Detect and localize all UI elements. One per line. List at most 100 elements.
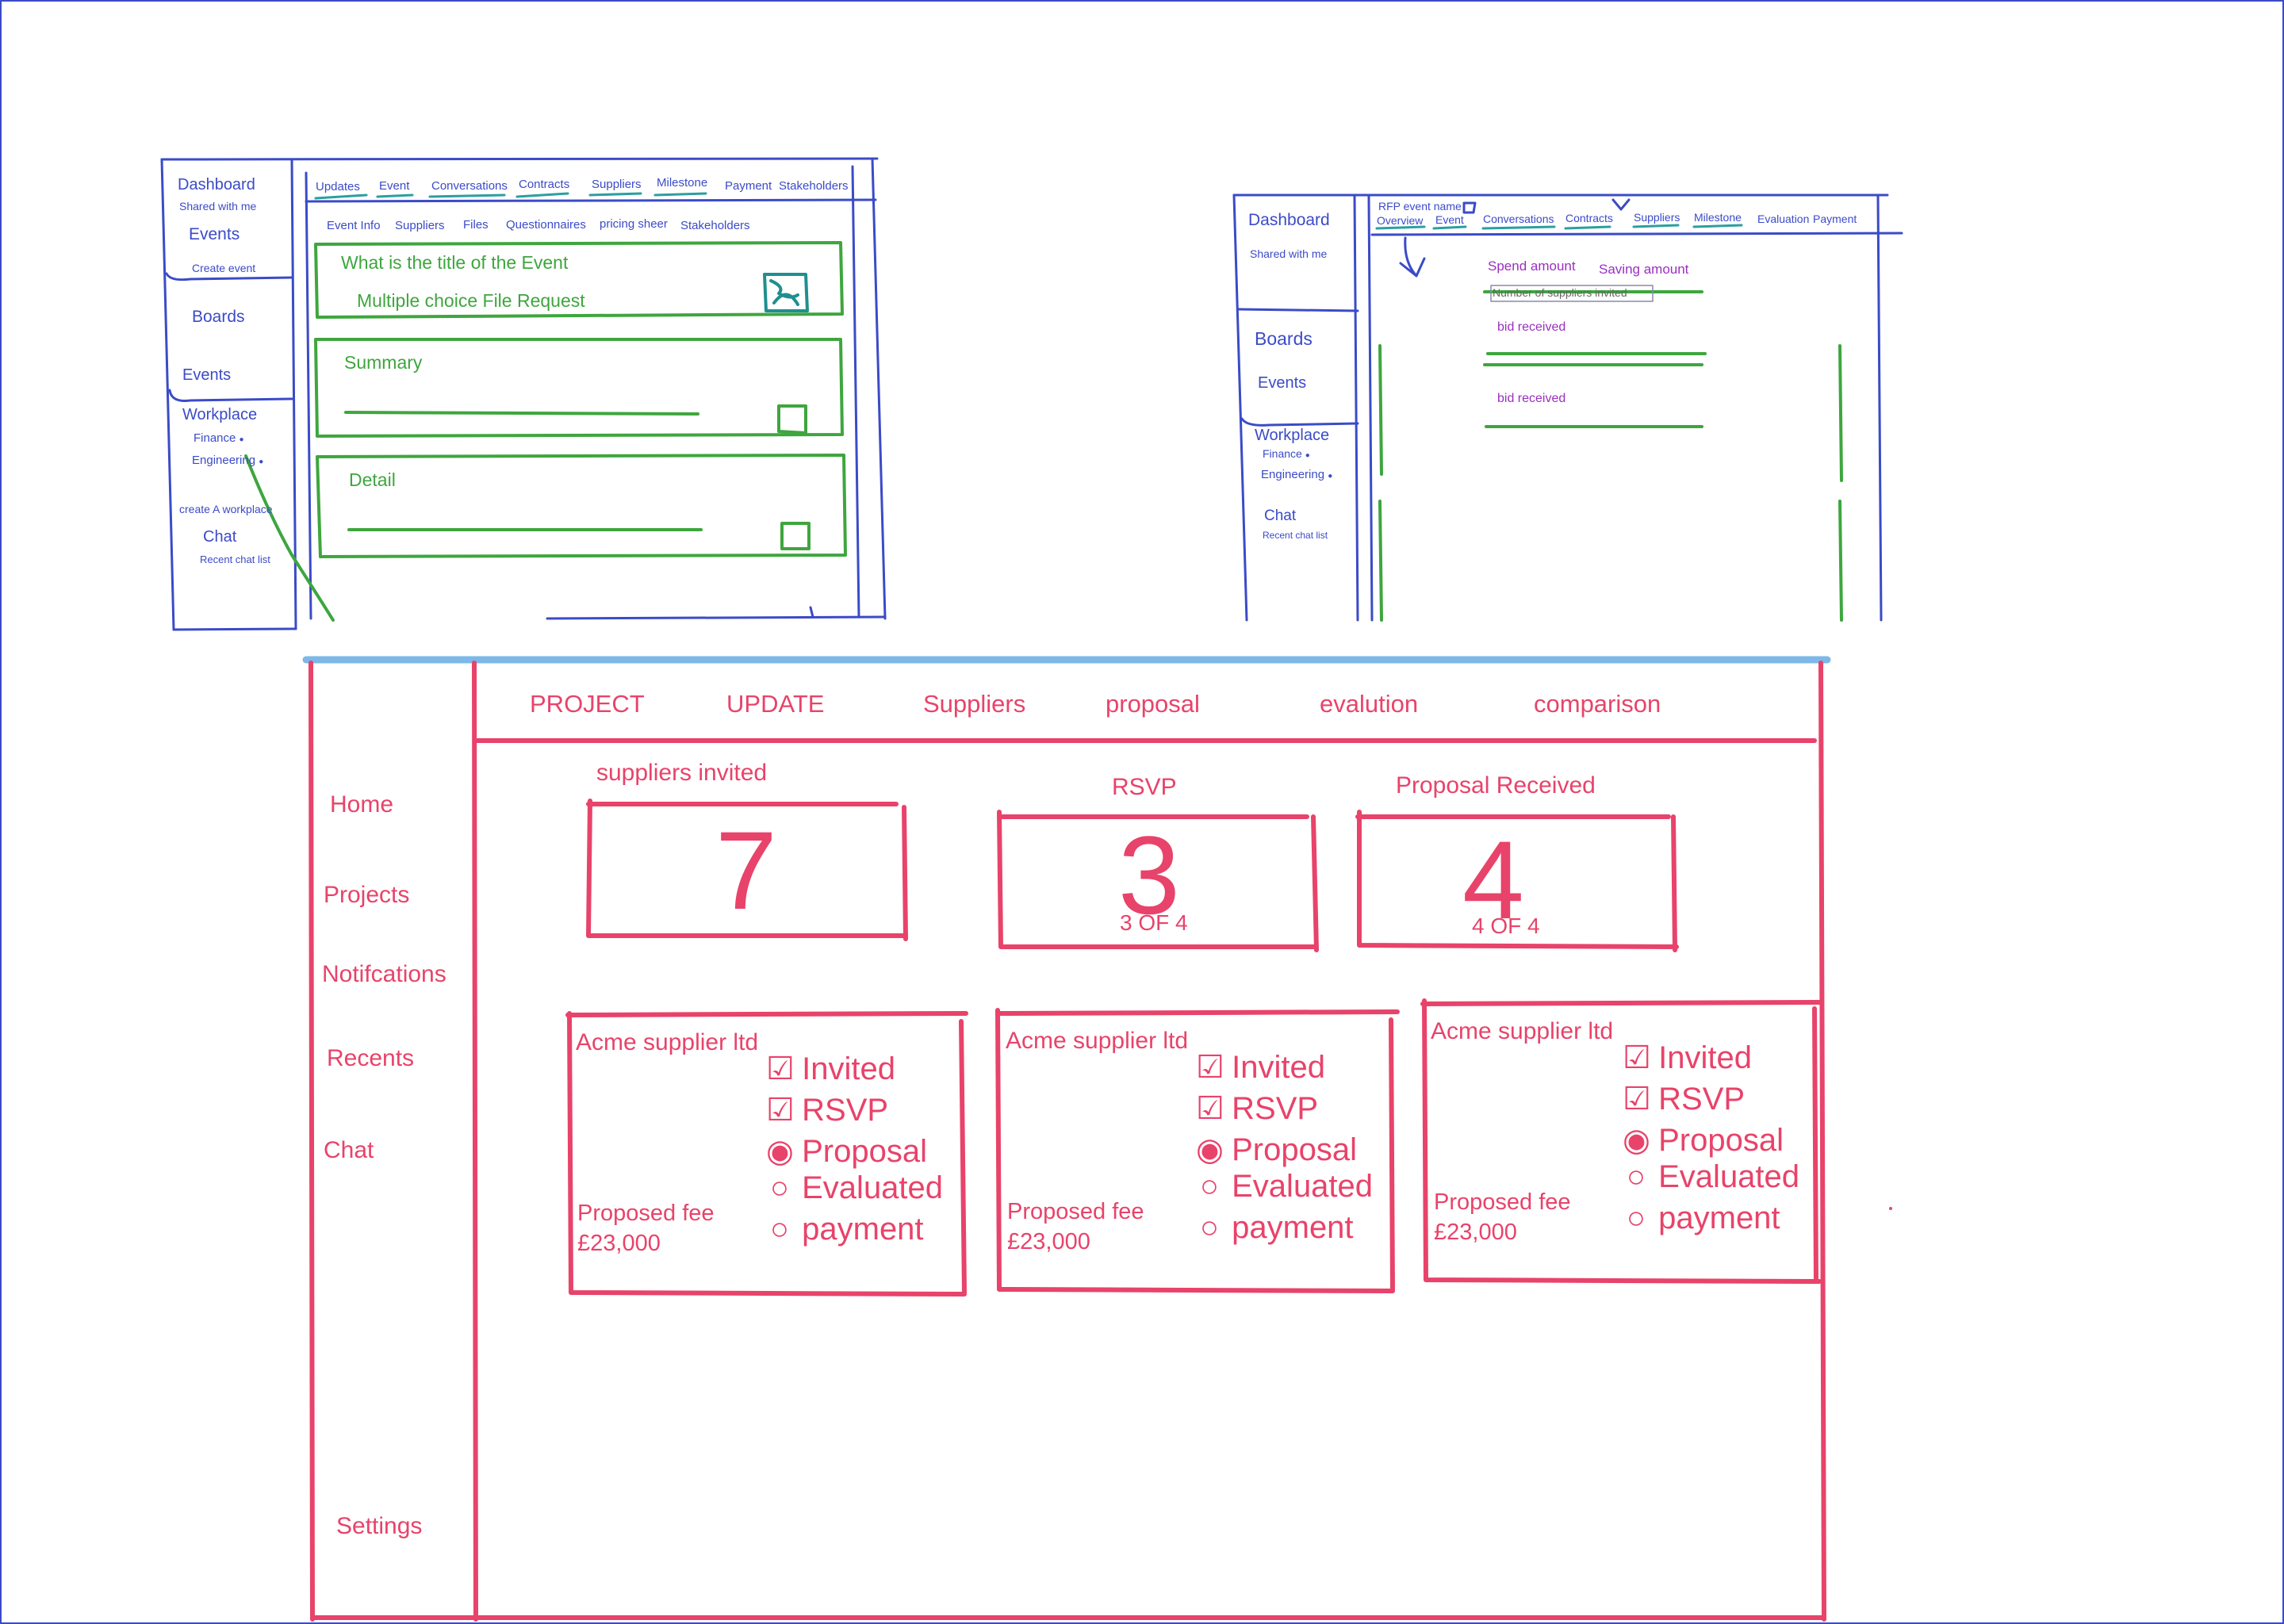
- proposed-fee-label: Proposed fee: [1434, 1189, 1571, 1215]
- tab-project[interactable]: PROJECT: [530, 690, 645, 718]
- empty-circle-icon: ○: [1199, 1169, 1220, 1204]
- sketch2-tab-underlines: [1375, 224, 1743, 230]
- create-event-link[interactable]: Create event: [192, 262, 255, 274]
- tab-suppliers[interactable]: Suppliers: [592, 178, 642, 191]
- sidebar-item-workplace[interactable]: Workplace: [1255, 427, 1329, 445]
- sidebar-item-shared[interactable]: Shared with me: [179, 200, 256, 213]
- tab-milestone[interactable]: Milestone: [1694, 211, 1742, 224]
- step-rsvp: ☑ RSVP: [1623, 1078, 1799, 1120]
- sidebar-item-boards[interactable]: Boards: [1255, 328, 1313, 350]
- empty-circle-icon: ○: [1626, 1201, 1646, 1235]
- tab-conversations[interactable]: Conversations: [1483, 213, 1554, 225]
- workplace-item-finance[interactable]: Finance ●: [194, 431, 244, 445]
- active-circle-icon: ◉: [1196, 1132, 1224, 1167]
- tab-evaluation[interactable]: Evaluation: [1757, 213, 1809, 225]
- workplace-item-finance[interactable]: Finance ●: [1263, 447, 1310, 460]
- supplier-status-list: ☑ Invited ☑ RSVP ◉ Proposal ○ Evaluated …: [766, 1048, 943, 1250]
- tab-updates[interactable]: Updates: [316, 180, 360, 193]
- sidebar-item-events[interactable]: Events: [189, 225, 240, 244]
- tab-overview[interactable]: Overview: [1377, 214, 1423, 227]
- step-proposal: ◉ Proposal: [1196, 1129, 1373, 1170]
- empty-circle-icon: ○: [769, 1170, 790, 1205]
- stat-label-proposal-received: Proposal Received: [1396, 772, 1596, 799]
- step-evaluated: ○ Evaluated: [1623, 1156, 1799, 1197]
- sidebar-item-shared[interactable]: Shared with me: [1250, 247, 1327, 260]
- tab-event[interactable]: Event: [379, 179, 409, 193]
- sidebar-item-workplace[interactable]: Workplace: [182, 406, 257, 424]
- subtab-questionnaires[interactable]: Questionnaires: [506, 218, 586, 232]
- sidebar-item-dashboard[interactable]: Dashboard: [1248, 211, 1330, 230]
- step-invited: ☑ Invited: [1196, 1047, 1373, 1088]
- sidebar-item-notifications[interactable]: Notifcations: [322, 961, 446, 988]
- tab-conversations[interactable]: Conversations: [431, 179, 508, 193]
- step-proposal: ◉ Proposal: [766, 1131, 943, 1172]
- create-workplace-link[interactable]: create A workplace: [179, 503, 273, 515]
- tab-milestone[interactable]: Milestone: [657, 176, 707, 190]
- supplier-name: Acme supplier ltd: [1006, 1028, 1189, 1054]
- check-circle-icon: ☑: [766, 1051, 795, 1086]
- recent-chat-list: Recent chat list: [200, 553, 270, 565]
- recent-chat-list: Recent chat list: [1263, 530, 1328, 541]
- sidebar-item-boards[interactable]: Boards: [192, 308, 245, 327]
- tab-suppliers[interactable]: Suppliers: [923, 690, 1025, 718]
- sidebar-item-home[interactable]: Home: [330, 791, 393, 818]
- supplier-status-list: ☑ Invited ☑ RSVP ◉ Proposal ○ Evaluated …: [1623, 1037, 1799, 1239]
- tab-contracts[interactable]: Contracts: [1565, 212, 1613, 224]
- subtab-files[interactable]: Files: [463, 218, 489, 232]
- check-circle-icon: ☑: [1623, 1040, 1651, 1075]
- supplier-status-list: ☑ Invited ☑ RSVP ◉ Proposal ○ Evaluated …: [1196, 1047, 1373, 1248]
- tab-contracts[interactable]: Contracts: [519, 178, 569, 191]
- step-payment: ○ payment: [766, 1208, 943, 1250]
- summary-title: Summary: [344, 352, 423, 373]
- tab-proposal[interactable]: proposal: [1106, 690, 1200, 718]
- tab-update[interactable]: UPDATE: [726, 690, 824, 718]
- tab-suppliers[interactable]: Suppliers: [1634, 211, 1680, 224]
- stat-value-suppliers-invited: 7: [715, 808, 777, 933]
- tab-stakeholders[interactable]: Stakeholders: [779, 179, 849, 193]
- subtab-event-info[interactable]: Event Info: [327, 219, 381, 232]
- lock-icon: ●: [1305, 451, 1310, 460]
- sidebar-item-events-2[interactable]: Events: [182, 366, 231, 385]
- workplace-item-engineering[interactable]: Engineering ●: [1261, 468, 1332, 481]
- step-payment: ○ payment: [1623, 1197, 1799, 1239]
- tab-payment[interactable]: Payment: [725, 179, 772, 193]
- sidebar-item-projects[interactable]: Projects: [324, 882, 409, 909]
- sidebar-item-recents[interactable]: Recents: [327, 1045, 414, 1072]
- sketch1-tab-underlines: [314, 192, 707, 200]
- sketch1-file-icon: [763, 273, 809, 312]
- sidebar-item-settings[interactable]: Settings: [336, 1513, 422, 1540]
- tab-event[interactable]: Event: [1435, 213, 1464, 226]
- sidebar-item-events[interactable]: Events: [1258, 374, 1306, 393]
- subtab-suppliers[interactable]: Suppliers: [395, 219, 445, 232]
- sketch2-green-lines: [1378, 290, 1843, 622]
- step-payment: ○ payment: [1196, 1207, 1373, 1248]
- step-rsvp: ☑ RSVP: [766, 1090, 943, 1131]
- subtab-pricing-sheet[interactable]: pricing sheer: [600, 217, 668, 231]
- saving-amount-label: Saving amount: [1599, 262, 1689, 277]
- file-request-option[interactable]: Multiple choice File Request: [357, 290, 585, 312]
- sidebar-item-dashboard[interactable]: Dashboard: [178, 176, 255, 194]
- tab-comparison[interactable]: comparison: [1534, 690, 1661, 718]
- empty-circle-icon: ○: [1199, 1210, 1220, 1245]
- check-circle-icon: ☑: [1196, 1091, 1224, 1126]
- sidebar-item-chat[interactable]: Chat: [203, 528, 236, 546]
- sidebar-item-chat[interactable]: Chat: [1264, 508, 1296, 525]
- step-proposal: ◉ Proposal: [1623, 1120, 1799, 1161]
- lock-icon: ●: [239, 435, 244, 444]
- step-rsvp: ☑ RSVP: [1196, 1088, 1373, 1129]
- tab-evaluation[interactable]: evalution: [1320, 690, 1418, 718]
- check-circle-icon: ☑: [1196, 1050, 1224, 1085]
- subtab-stakeholders[interactable]: Stakeholders: [680, 219, 750, 232]
- spend-amount-label: Spend amount: [1488, 259, 1576, 274]
- suppliers-invited-label: Number of suppliers invited: [1493, 286, 1627, 299]
- main-frame: [308, 661, 1826, 1622]
- bid-received-label-2: bid received: [1497, 392, 1566, 405]
- tab-payment[interactable]: Payment: [1813, 213, 1857, 225]
- stat-label-suppliers-invited: suppliers invited: [596, 760, 768, 786]
- step-invited: ☑ Invited: [1623, 1037, 1799, 1078]
- proposed-fee-label: Proposed fee: [1007, 1199, 1144, 1224]
- detail-title: Detail: [349, 469, 396, 490]
- sidebar-item-chat[interactable]: Chat: [324, 1137, 374, 1164]
- workplace-item-engineering[interactable]: Engineering ●: [192, 454, 263, 467]
- proposed-fee-value: £23,000: [577, 1231, 661, 1256]
